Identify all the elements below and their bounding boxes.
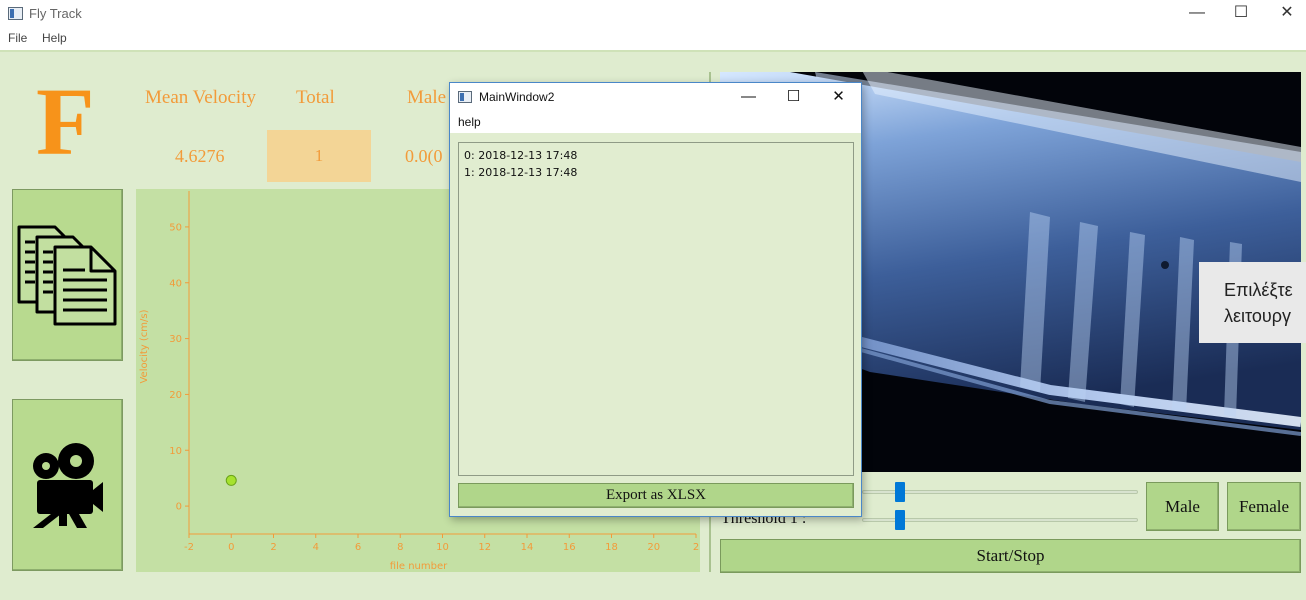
male-label: Male (407, 87, 447, 108)
x-axis-title: file number (390, 561, 448, 572)
male-value: 0.0(0 (405, 146, 443, 166)
y-tick-label: 20 (169, 390, 182, 401)
open-video-button[interactable] (12, 399, 123, 571)
total-value: 1 (267, 130, 371, 182)
x-tick-label: 12 (478, 542, 491, 553)
mainwindow2-dialog: MainWindow2 — ☐ ✕ help 0: 2018-12-13 17:… (449, 82, 862, 517)
menu-separator (0, 50, 1306, 52)
x-tick-label: 20 (647, 542, 660, 553)
dialog-maximize-button[interactable]: ☐ (771, 83, 816, 112)
list-item[interactable]: 1: 2018-12-13 17:48 (464, 164, 848, 181)
y-tick-label: 30 (169, 334, 182, 345)
hint-line-1: Επιλέξτε (1224, 280, 1293, 300)
dialog-title: MainWindow2 (479, 90, 555, 104)
threshold-1-slider-handle[interactable] (895, 510, 905, 530)
x-tick-label: 0 (228, 542, 234, 553)
menu-file[interactable]: File (8, 31, 27, 45)
app-icon (8, 7, 23, 20)
video-camera-icon (33, 443, 103, 528)
x-tick-label: 2 (693, 542, 699, 553)
list-item[interactable]: 0: 2018-12-13 17:48 (464, 147, 848, 164)
y-axis-title: Velocity (cm/s) (139, 309, 150, 383)
hint-line-2: λειτουργ (1224, 306, 1291, 326)
y-tick-label: 10 (169, 446, 182, 457)
title-bar: Fly Track — ☐ ✕ (0, 0, 1306, 28)
x-tick-label: 8 (397, 542, 403, 553)
dialog-minimize-button[interactable]: — (726, 83, 771, 112)
minimize-button[interactable]: — (1174, 0, 1220, 28)
threshold-0-slider-handle[interactable] (895, 482, 905, 502)
y-tick-label: 0 (176, 502, 182, 513)
x-tick-label: 2 (270, 542, 276, 553)
x-tick-label: 10 (436, 542, 449, 553)
open-files-button[interactable] (12, 189, 123, 361)
x-tick-label: 18 (605, 542, 618, 553)
y-tick-label: 40 (169, 278, 182, 289)
session-list[interactable]: 0: 2018-12-13 17:48 1: 2018-12-13 17:48 (458, 142, 854, 476)
x-tick-label: -2 (184, 542, 194, 553)
window-title: Fly Track (29, 6, 82, 21)
menu-bar: File Help (0, 28, 1306, 50)
maximize-button[interactable]: ☐ (1218, 0, 1264, 28)
female-button[interactable]: Female (1227, 482, 1301, 531)
dialog-menu-help[interactable]: help (458, 115, 481, 129)
files-icon (17, 225, 117, 326)
x-tick-label: 6 (355, 542, 361, 553)
mean-velocity-label: Mean Velocity (145, 87, 256, 108)
dialog-close-button[interactable]: ✕ (816, 83, 861, 112)
x-tick-label: 16 (563, 542, 576, 553)
data-point (225, 474, 237, 486)
male-button[interactable]: Male (1146, 482, 1219, 531)
start-stop-button[interactable]: Start/Stop (720, 539, 1301, 573)
app-logo-letter: F (36, 68, 95, 175)
dialog-menu-bar: help (450, 112, 861, 133)
close-button[interactable]: ✕ (1264, 0, 1306, 28)
hint-tooltip: Επιλέξτε λειτουργ (1199, 262, 1306, 343)
export-xlsx-button[interactable]: Export as XLSX (458, 483, 854, 508)
menu-help[interactable]: Help (42, 31, 67, 45)
x-tick-label: 14 (521, 542, 534, 553)
mean-velocity-value: 4.6276 (175, 146, 225, 166)
dialog-app-icon (458, 91, 472, 103)
total-label: Total (296, 87, 335, 108)
y-tick-label: 50 (169, 222, 182, 233)
dialog-title-bar: MainWindow2 — ☐ ✕ (450, 83, 861, 112)
x-tick-label: 4 (313, 542, 319, 553)
